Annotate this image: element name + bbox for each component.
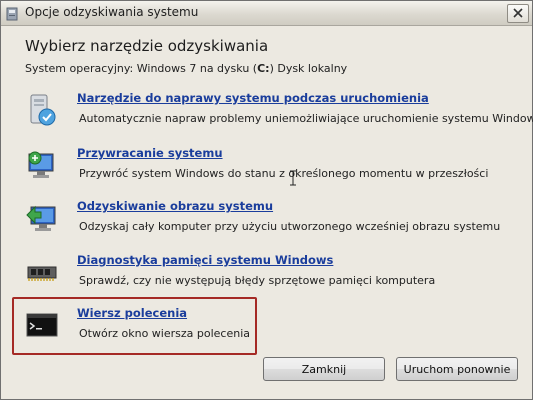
title-bar[interactable]: Opcje odzyskiwania systemu: [1, 1, 532, 26]
image-recovery-link[interactable]: Odzyskiwanie obrazu systemu: [77, 199, 273, 213]
memory-diagnostic-link[interactable]: Diagnostyka pamięci systemu Windows: [77, 253, 333, 267]
tool-memory-diagnostic: Diagnostyka pamięci systemu Windows Spra…: [15, 251, 520, 303]
system-restore-icon: [25, 148, 59, 184]
startup-repair-description: Automatycznie napraw problemy uniemożliw…: [79, 112, 533, 125]
memory-diagnostic-description: Sprawdź, czy nie występują błędy sprzęto…: [79, 274, 436, 287]
command-prompt-description: Otwórz okno wiersza polecenia: [79, 327, 250, 340]
window-title: Opcje odzyskiwania systemu: [25, 5, 199, 19]
tool-command-prompt: Wiersz polecenia Otwórz okno wiersza pol…: [15, 304, 520, 356]
tool-system-restore: Przywracanie systemu Przywróć system Win…: [15, 144, 520, 196]
startup-repair-icon: [25, 93, 59, 129]
tool-image-recovery: Odzyskiwanie obrazu systemu Odzyskaj cał…: [15, 197, 520, 249]
memory-diagnostic-icon: [25, 255, 59, 291]
close-icon: [513, 8, 523, 18]
os-info: System operacyjny: Windows 7 na dysku (C…: [25, 62, 347, 75]
os-info-prefix: System operacyjny: Windows 7 na dysku (: [25, 62, 258, 75]
close-button[interactable]: Zamknij: [263, 357, 385, 381]
close-window-button[interactable]: [507, 4, 529, 23]
restart-button[interactable]: Uruchom ponownie: [396, 357, 518, 381]
text-cursor-icon: [290, 170, 296, 186]
recovery-options-window: Opcje odzyskiwania systemu Wybierz narzę…: [0, 0, 533, 400]
page-heading: Wybierz narzędzie odzyskiwania: [25, 37, 269, 55]
os-info-suffix: ) Dysk lokalny: [269, 62, 348, 75]
image-recovery-description: Odzyskaj cały komputer przy użyciu utwor…: [79, 220, 501, 233]
command-prompt-icon: [25, 308, 59, 344]
tool-startup-repair: Narzędzie do naprawy systemu podczas uru…: [15, 89, 533, 141]
startup-repair-link[interactable]: Narzędzie do naprawy systemu podczas uru…: [77, 91, 429, 105]
app-icon: [6, 6, 18, 21]
image-recovery-icon: [25, 201, 59, 237]
command-prompt-link[interactable]: Wiersz polecenia: [77, 306, 187, 320]
os-info-drive: C:: [257, 62, 270, 75]
system-restore-description: Przywróć system Windows do stanu z okreś…: [79, 167, 489, 180]
system-restore-link[interactable]: Przywracanie systemu: [77, 146, 223, 160]
